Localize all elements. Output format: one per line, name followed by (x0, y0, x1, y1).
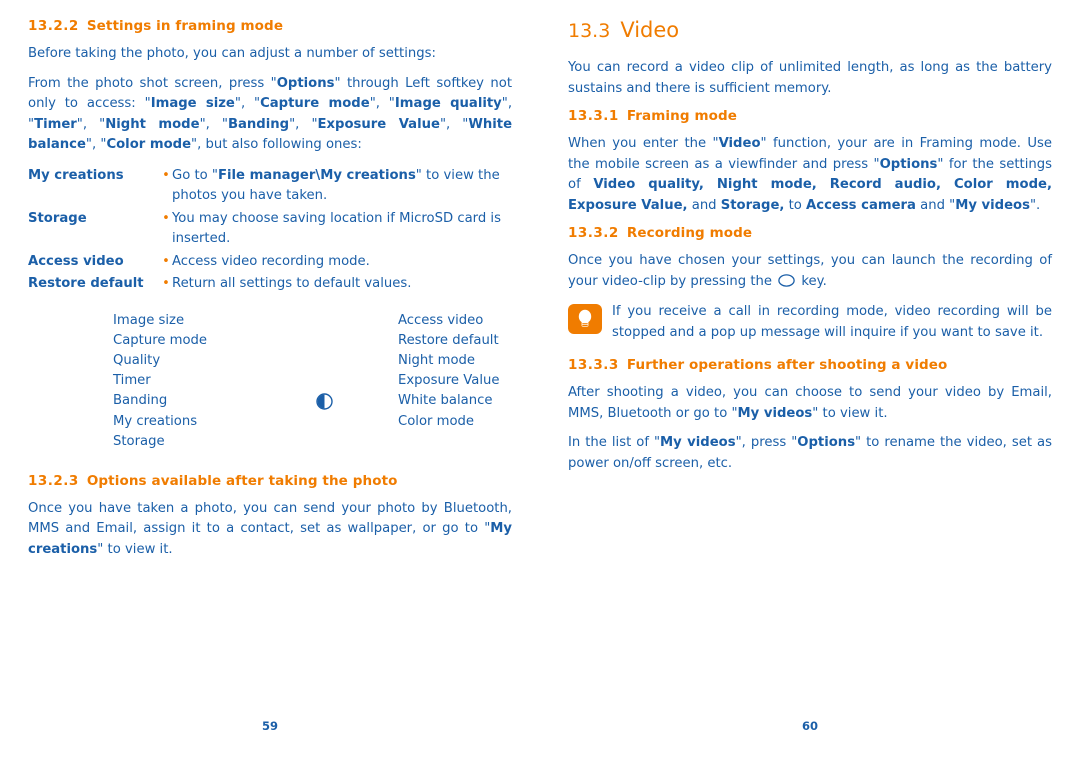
section-title: Recording mode (626, 225, 753, 241)
menu-figure-item: Restore default (398, 332, 499, 348)
left-page-column: 13.2.2 Settings in framing mode Before ta… (28, 18, 512, 569)
definition-term: Access video (28, 253, 124, 269)
menu-figure-item: Storage (113, 433, 165, 449)
section-number: 13.2.3 (28, 472, 79, 489)
half-filled-circle-icon (316, 392, 333, 410)
definition-row: Storage • You may choose saving location… (28, 209, 512, 250)
menu-figure-item: White balance (398, 393, 493, 409)
menu-figure-item: Image size (113, 312, 185, 328)
menu-figure-item: My creations (113, 413, 198, 429)
tip-callout: If you receive a call in recording mode,… (568, 302, 1052, 343)
menu-figure-item: Access video (398, 312, 484, 328)
definition-term: My creations (28, 167, 124, 183)
section-number: 13.3.1 (568, 108, 619, 124)
definition-term: Storage (28, 210, 87, 226)
menu-figure-item: Quality (113, 352, 161, 368)
section-heading-13-2-3: 13.2.3 Options available after taking the… (28, 473, 512, 489)
chapter-number: 13.3 (568, 20, 611, 42)
tip-text: If you receive a call in recording mode,… (612, 304, 1052, 340)
definition-row: My creations • Go to "File manager\My cr… (28, 166, 512, 207)
menu-figure-column-left: Image size Capture mode Quality Timer Bandin… (113, 311, 207, 452)
record-key-icon (778, 273, 795, 287)
definition-row: Access video • Access video recording mo… (28, 252, 512, 273)
section-number: 13.3.2 (568, 225, 619, 241)
framing-mode-paragraph: When you enter the "Video" function, you… (568, 136, 1052, 213)
section-title: Settings in framing mode (86, 18, 284, 34)
bullet-icon: • (162, 253, 170, 269)
right-page-column: 13.3 Video You can record a video clip of… (568, 18, 1052, 483)
page-number-right: 60 (801, 719, 818, 733)
camera-menu-figure: Image size Capture mode Quality Timer Bandin… (28, 311, 512, 459)
section-heading-13-3-3: 13.3.3 Further operations after shooting … (568, 357, 1052, 373)
menu-figure-item: Color mode (398, 413, 475, 429)
photo-options-paragraph: Once you have taken a photo, you can sen… (28, 500, 512, 557)
video-intro-paragraph: You can record a video clip of unlimited… (568, 60, 1052, 96)
section-title: Options available after taking the photo (86, 472, 398, 489)
page-number-left: 59 (261, 719, 278, 733)
section-title: Further operations after shooting a vide… (626, 357, 948, 373)
definition-description: You may choose saving location if MicroS… (172, 210, 501, 247)
section-title: Framing mode (626, 108, 737, 124)
section-heading-13-2-2: 13.2.2 Settings in framing mode (28, 18, 512, 34)
chapter-title-text: Video (620, 18, 680, 42)
menu-figure-item: Exposure Value (398, 373, 500, 389)
tip-lightbulb-icon (568, 304, 602, 334)
menu-figure-column-right: Access video Restore default Night mode Exp… (398, 311, 499, 432)
settings-definition-list: My creations • Go to "File manager\My cr… (28, 166, 512, 295)
chapter-title-13-3: 13.3 Video (568, 18, 1052, 42)
my-videos-options-paragraph: In the list of "My videos", press "Optio… (568, 435, 1052, 471)
manual-page: 13.2.2 Settings in framing mode Before ta… (0, 0, 1080, 767)
settings-intro-paragraph: Before taking the photo, you can adjust … (28, 46, 436, 61)
menu-figure-item: Night mode (398, 352, 476, 368)
definition-description: Return all settings to default values. (172, 276, 412, 291)
bullet-icon: • (162, 210, 170, 226)
definition-row: Restore default • Return all settings to… (28, 274, 512, 295)
definition-description: Go to "File manager\My creations" to vie… (172, 167, 500, 204)
section-number: 13.3.3 (568, 357, 619, 373)
section-heading-13-3-2: 13.3.2 Recording mode (568, 225, 1052, 241)
recording-text-after: key. (801, 273, 827, 289)
menu-figure-item: Capture mode (113, 332, 208, 348)
settings-options-paragraph: From the photo shot screen, press "Optio… (28, 75, 513, 153)
menu-figure-item: Timer (113, 373, 151, 389)
section-number: 13.2.2 (28, 18, 79, 34)
after-shooting-paragraph: After shooting a video, you can choose t… (568, 385, 1052, 421)
definition-description: Access video recording mode. (172, 253, 370, 269)
definition-term: Restore default (28, 276, 144, 291)
menu-figure-item: Banding (113, 393, 168, 409)
bullet-icon: • (162, 167, 170, 183)
recording-mode-paragraph: Once you have chosen your settings, you … (568, 251, 1052, 292)
section-heading-13-3-1: 13.3.1 Framing mode (568, 108, 1052, 124)
bullet-icon: • (162, 276, 170, 291)
